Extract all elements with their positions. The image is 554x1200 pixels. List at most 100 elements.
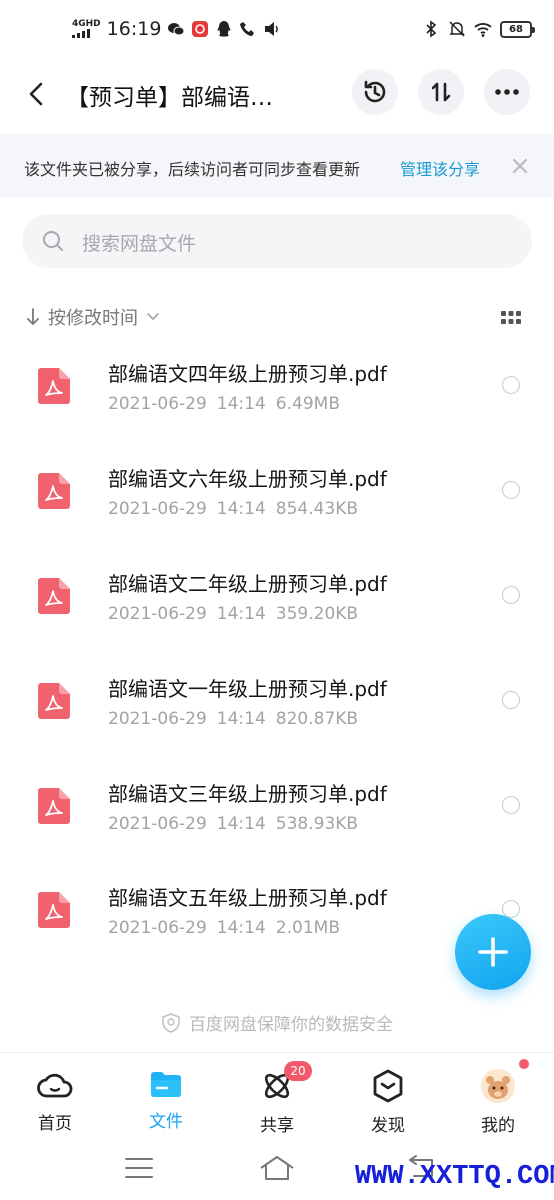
file-meta: 2021-06-29 14:14 820.87KB xyxy=(108,709,358,729)
tab-files[interactable]: 文件 xyxy=(121,1069,211,1132)
pdf-file-icon xyxy=(38,892,70,928)
file-time: 14:14 xyxy=(216,604,266,624)
tab-home[interactable]: 首页 xyxy=(10,1069,100,1134)
cloud-icon xyxy=(37,1073,73,1098)
security-note-text: 百度网盘保障你的数据安全 xyxy=(189,1015,393,1035)
select-radio[interactable] xyxy=(502,481,520,499)
chevron-left-icon xyxy=(29,82,43,106)
file-row[interactable]: 部编语文六年级上册预习单.pdf 2021-06-29 14:14 854.43KB xyxy=(0,445,554,549)
file-size: 2.01MB xyxy=(275,918,340,938)
file-meta: 2021-06-29 14:14 854.43KB xyxy=(108,499,358,519)
sort-label: 按修改时间 xyxy=(48,308,138,329)
file-time: 14:14 xyxy=(216,499,266,519)
file-time: 14:14 xyxy=(216,394,266,414)
pdf-file-icon xyxy=(38,578,70,614)
menu-icon[interactable] xyxy=(124,1156,154,1180)
file-time: 14:14 xyxy=(216,814,266,834)
history-icon xyxy=(364,80,386,103)
network-type: 4GHD xyxy=(72,19,101,29)
pdf-file-icon xyxy=(38,683,70,719)
share-notice-text: 该文件夹已被分享，后续访问者可同步查看更新 xyxy=(24,160,361,179)
tab-label: 首页 xyxy=(38,1114,72,1134)
file-meta: 2021-06-29 14:14 359.20KB xyxy=(108,604,358,624)
volume-icon xyxy=(265,22,279,36)
folder-icon xyxy=(151,1072,181,1097)
file-row[interactable]: 部编语文四年级上册预习单.pdf 2021-06-29 14:14 6.49MB xyxy=(0,340,554,444)
page-title: 【预习单】部编语… xyxy=(66,85,273,111)
grid-view-icon[interactable] xyxy=(498,308,524,328)
phone-call-icon xyxy=(240,22,255,36)
search-icon xyxy=(43,231,63,251)
signal-indicator: 4GHD xyxy=(72,20,101,38)
file-name: 部编语文三年级上册预习单.pdf xyxy=(108,782,387,806)
share-badge: 20 xyxy=(284,1061,312,1081)
search-input[interactable]: 搜索网盘文件 xyxy=(22,214,532,268)
select-radio[interactable] xyxy=(502,691,520,709)
file-name: 部编语文六年级上册预习单.pdf xyxy=(108,467,387,491)
sort-order-button[interactable] xyxy=(418,69,464,115)
file-row[interactable]: 部编语文三年级上册预习单.pdf 2021-06-29 14:14 538.93KB xyxy=(0,760,554,864)
pdf-file-icon xyxy=(38,788,70,824)
tab-me[interactable]: 我的 xyxy=(453,1059,543,1136)
file-row[interactable]: 部编语文二年级上册预习单.pdf 2021-06-29 14:14 359.20KB xyxy=(0,550,554,654)
file-meta: 2021-06-29 14:14 538.93KB xyxy=(108,814,358,834)
file-time: 14:14 xyxy=(216,709,266,729)
status-time: 16:19 xyxy=(106,18,162,40)
file-time: 14:14 xyxy=(216,918,266,938)
file-name: 部编语文五年级上册预习单.pdf xyxy=(108,886,387,910)
security-note: 百度网盘保障你的数据安全 xyxy=(0,1010,554,1035)
mute-bell-icon xyxy=(449,21,465,37)
file-size: 854.43KB xyxy=(275,499,359,519)
more-button[interactable] xyxy=(484,69,530,115)
chevron-down-icon xyxy=(147,313,159,321)
search-placeholder: 搜索网盘文件 xyxy=(82,233,197,255)
file-row[interactable]: 部编语文一年级上册预习单.pdf 2021-06-29 14:14 820.87KB xyxy=(0,655,554,759)
avatar-icon xyxy=(481,1069,515,1103)
discover-box-icon xyxy=(373,1069,403,1103)
bluetooth-icon xyxy=(426,20,437,38)
tab-label: 我的 xyxy=(481,1116,515,1136)
share-notice-bar: 该文件夹已被分享，后续访问者可同步查看更新 管理该分享 xyxy=(0,134,554,198)
file-date: 2021-06-29 xyxy=(108,918,207,938)
file-meta: 2021-06-29 14:14 2.01MB xyxy=(108,918,340,938)
notification-dot xyxy=(519,1059,529,1069)
file-name: 部编语文二年级上册预习单.pdf xyxy=(108,572,387,596)
select-radio[interactable] xyxy=(502,796,520,814)
file-meta: 2021-06-29 14:14 6.49MB xyxy=(108,394,340,414)
history-button[interactable] xyxy=(352,69,398,115)
file-date: 2021-06-29 xyxy=(108,709,207,729)
file-size: 6.49MB xyxy=(275,394,340,414)
home-icon[interactable] xyxy=(258,1154,296,1182)
status-bar: 4GHD 16:19 68 xyxy=(0,0,554,62)
tab-label: 发现 xyxy=(371,1116,405,1136)
wechat-icon xyxy=(168,23,185,36)
select-radio[interactable] xyxy=(502,376,520,394)
close-icon[interactable] xyxy=(508,154,532,178)
manage-share-link[interactable]: 管理该分享 xyxy=(400,156,480,180)
file-name: 部编语文四年级上册预习单.pdf xyxy=(108,362,387,386)
top-app-bar: 【预习单】部编语… xyxy=(0,66,554,122)
file-date: 2021-06-29 xyxy=(108,814,207,834)
file-name: 部编语文一年级上册预习单.pdf xyxy=(108,677,387,701)
tab-discover[interactable]: 发现 xyxy=(343,1069,433,1136)
tab-share[interactable]: 20 共享 xyxy=(232,1061,322,1136)
tab-label: 文件 xyxy=(149,1112,183,1132)
arrow-down-icon xyxy=(27,308,39,325)
more-horizontal-icon xyxy=(495,89,519,95)
select-radio[interactable] xyxy=(502,586,520,604)
back-button[interactable] xyxy=(18,74,54,114)
bottom-tab-bar: 首页 文件 20 共享 发现 我的 xyxy=(0,1052,554,1138)
plus-icon xyxy=(478,937,508,967)
file-size: 820.87KB xyxy=(275,709,359,729)
sort-selector[interactable]: 按修改时间 xyxy=(26,304,160,330)
file-date: 2021-06-29 xyxy=(108,499,207,519)
add-button[interactable] xyxy=(455,914,531,990)
watermark-text: WWW.XXTTQ.COM xyxy=(355,1162,554,1192)
wifi-icon xyxy=(474,23,492,37)
tab-label: 共享 xyxy=(260,1116,294,1136)
file-date: 2021-06-29 xyxy=(108,604,207,624)
pdf-file-icon xyxy=(38,473,70,509)
qq-icon xyxy=(218,21,231,37)
file-date: 2021-06-29 xyxy=(108,394,207,414)
file-size: 538.93KB xyxy=(275,814,359,834)
